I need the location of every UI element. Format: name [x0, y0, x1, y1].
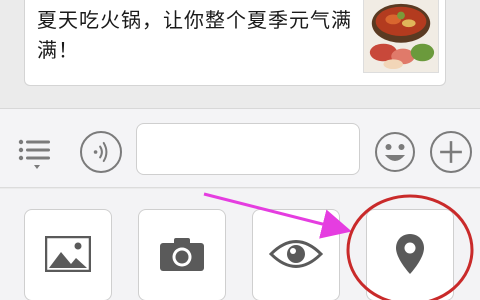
camera-icon [160, 238, 204, 271]
hotpot-thumbnail[interactable] [363, 0, 439, 73]
eye-icon [269, 240, 323, 268]
camera-button[interactable] [138, 209, 226, 300]
message-input[interactable] [136, 123, 360, 175]
voice-icon[interactable] [80, 131, 122, 173]
extension-panel [0, 189, 480, 300]
view-button[interactable] [252, 209, 340, 300]
menu-list-icon[interactable] [16, 137, 54, 173]
image-icon [45, 236, 91, 272]
location-button[interactable] [366, 209, 454, 300]
location-pin-icon [396, 234, 424, 274]
message-text: 夏天吃火锅，让你整个夏季元气满满！ [37, 8, 352, 62]
chat-area: 夏天吃火锅，让你整个夏季元气满满！ [0, 0, 480, 108]
message-card[interactable]: 夏天吃火锅，让你整个夏季元气满满！ [24, 0, 446, 86]
input-bar [0, 108, 480, 188]
emoji-icon[interactable] [374, 131, 416, 173]
album-button[interactable] [24, 209, 112, 300]
plus-icon[interactable] [430, 131, 472, 173]
